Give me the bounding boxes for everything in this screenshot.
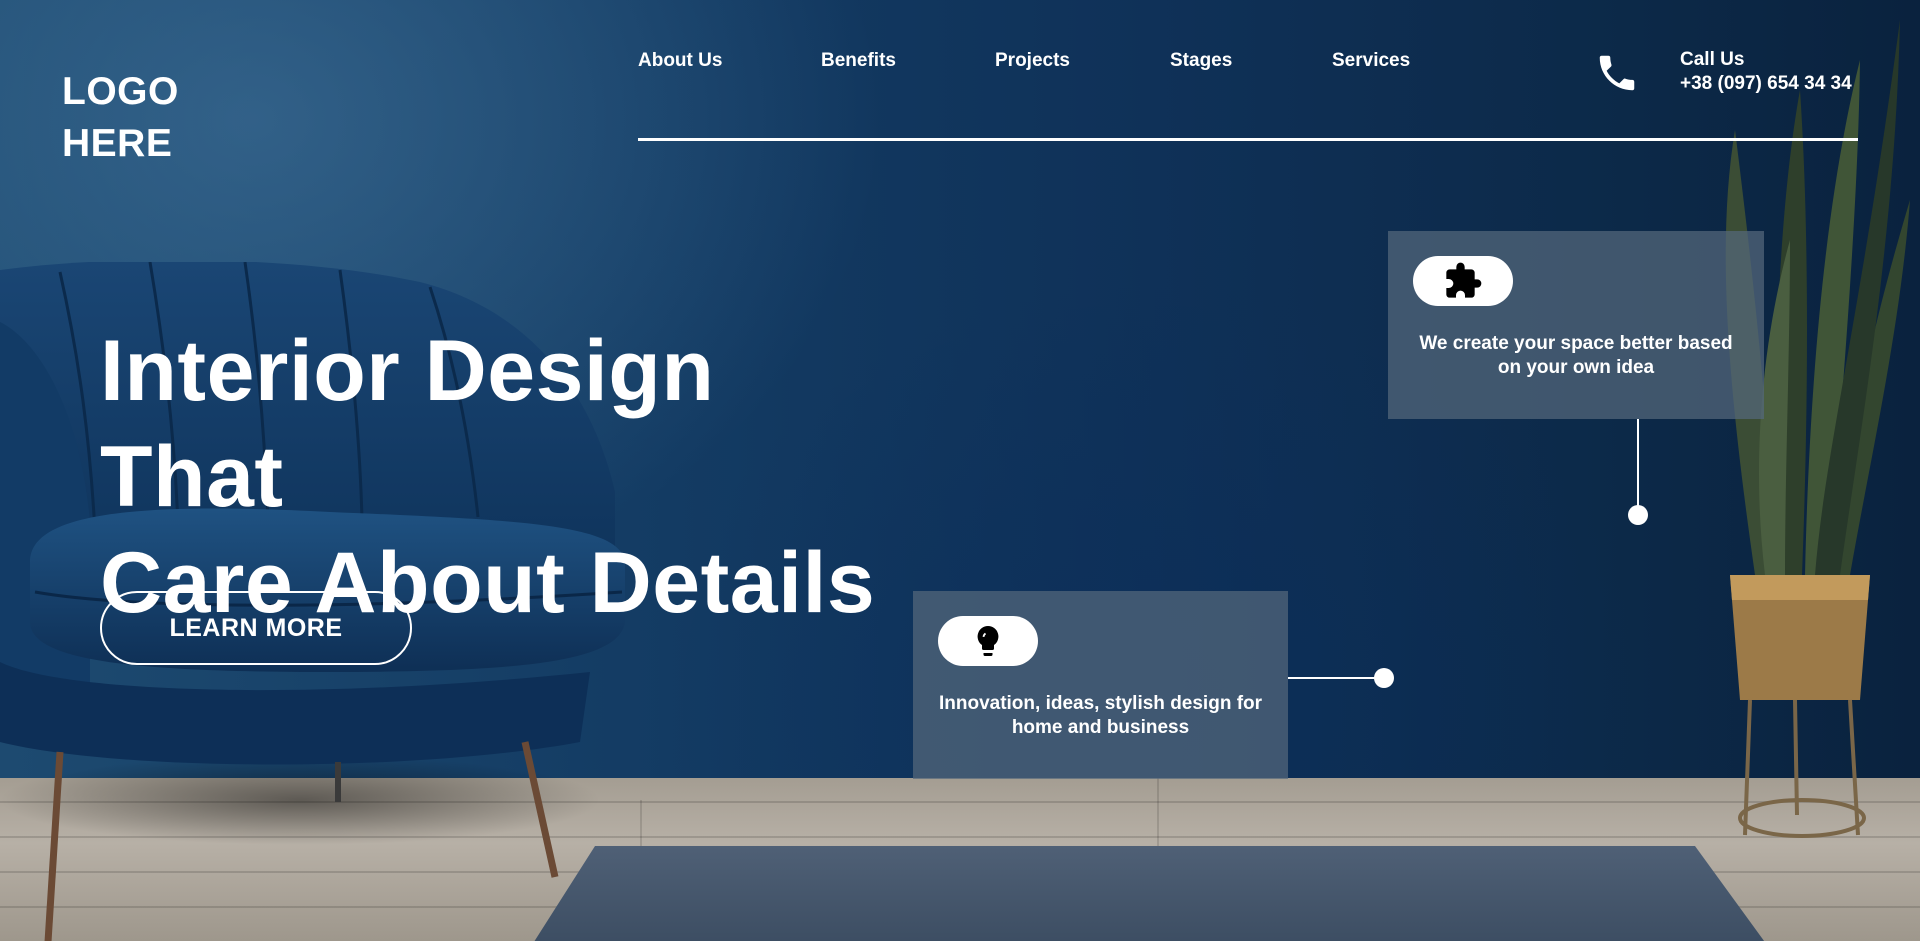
learn-more-button[interactable]: LEARN MORE	[100, 591, 412, 665]
logo[interactable]: LOGO HERE	[62, 66, 179, 170]
call-us-label: Call Us	[1680, 49, 1745, 70]
logo-line-1: LOGO	[62, 70, 179, 113]
logo-line-2: HERE	[62, 122, 173, 165]
hero-title-line-1: Interior Design That	[100, 323, 715, 525]
connector-dot	[1374, 668, 1394, 688]
feature-card-idea: We create your space better based on you…	[1388, 231, 1764, 419]
feature-text-line-2: home and business	[1011, 717, 1190, 738]
lightbulb-icon	[977, 626, 999, 656]
puzzle-icon	[1446, 262, 1482, 298]
feature-card-text: Innovation, ideas, stylish design for ho…	[913, 692, 1288, 740]
feature-card-text: We create your space better based on you…	[1388, 332, 1764, 380]
phone-icon	[1599, 55, 1635, 91]
nav-about-us[interactable]: About Us	[638, 50, 821, 76]
icon-pill	[1413, 256, 1513, 306]
feature-text-line-1: We create your space better based	[1419, 333, 1733, 354]
nav-projects[interactable]: Projects	[995, 50, 1170, 76]
feature-text-line-1: Innovation, ideas, stylish design for	[938, 693, 1263, 714]
nav-stages[interactable]: Stages	[1170, 50, 1332, 76]
icon-pill	[938, 616, 1038, 666]
connector-line	[1637, 419, 1639, 509]
plant-image	[1725, 20, 1910, 838]
nav-services[interactable]: Services	[1332, 50, 1452, 76]
feature-text-line-2: on your own idea	[1497, 357, 1655, 378]
phone-number[interactable]: +38 (097) 654 34 34	[1680, 72, 1852, 96]
connector-line	[1288, 677, 1378, 679]
nav-benefits[interactable]: Benefits	[821, 50, 995, 76]
header-divider	[638, 138, 1858, 141]
connector-dot	[1628, 505, 1648, 525]
main-nav: About Us Benefits Projects Stages Servic…	[638, 50, 1452, 76]
feature-card-innovation: Innovation, ideas, stylish design for ho…	[913, 591, 1288, 779]
hero-title: Interior Design That Care About Details	[100, 318, 920, 636]
call-us-block[interactable]: Call Us +38 (097) 654 34 34	[1594, 48, 1852, 96]
